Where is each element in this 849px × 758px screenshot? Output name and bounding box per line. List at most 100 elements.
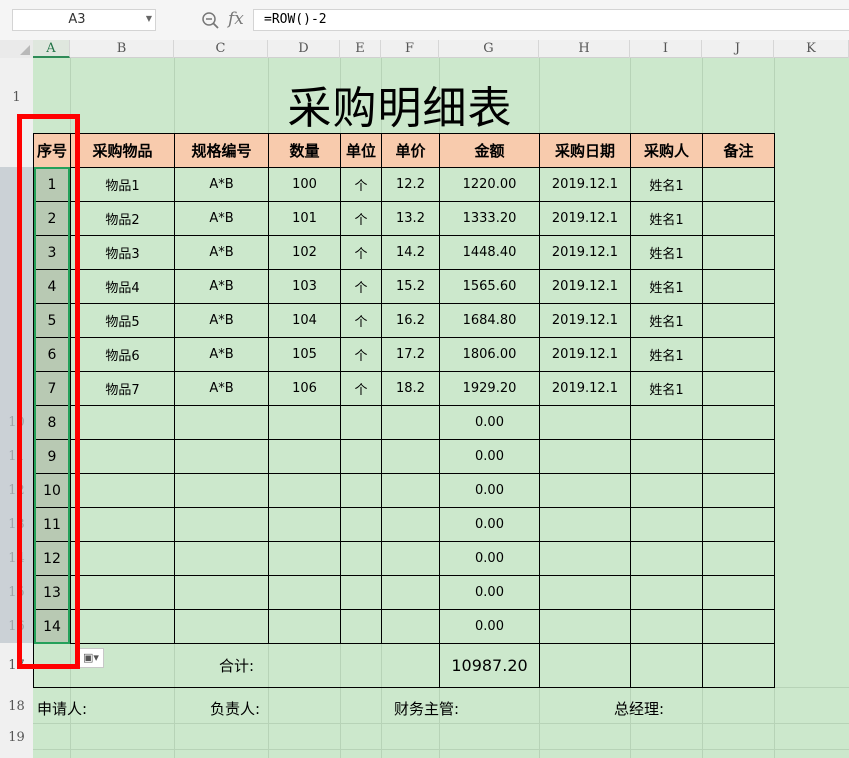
row-header-13[interactable]: 13 — [0, 517, 33, 532]
cell-notes[interactable] — [702, 473, 775, 508]
cell-seq[interactable]: 5 — [33, 303, 71, 338]
cell-notes[interactable] — [702, 337, 775, 372]
cell-price[interactable]: 15.2 — [381, 269, 440, 304]
cell-notes[interactable] — [702, 541, 775, 576]
cell-amount[interactable]: 0.00 — [439, 541, 540, 576]
cell-date[interactable] — [539, 609, 631, 644]
row-header-10[interactable]: 10 — [0, 415, 33, 430]
column-header-b[interactable]: B — [70, 40, 174, 58]
cell-buyer[interactable] — [630, 541, 703, 576]
cell-seq[interactable]: 14 — [33, 609, 71, 644]
cell-seq[interactable]: 1 — [33, 167, 71, 202]
cell-unit[interactable]: 个 — [340, 235, 382, 270]
cell-spec[interactable]: A*B — [174, 303, 269, 338]
cell-date[interactable]: 2019.12.1 — [539, 269, 631, 304]
cell-qty[interactable] — [268, 439, 341, 474]
cell-date[interactable] — [539, 541, 631, 576]
column-header-k[interactable]: K — [774, 40, 849, 58]
cell-notes[interactable] — [702, 405, 775, 440]
cell-spec[interactable]: A*B — [174, 235, 269, 270]
cell-qty[interactable] — [268, 473, 341, 508]
cell-spec[interactable]: A*B — [174, 337, 269, 372]
cell-item[interactable] — [70, 609, 175, 644]
chevron-down-icon[interactable]: ▼ — [146, 14, 152, 23]
header-amount[interactable]: 金额 — [439, 133, 540, 168]
cell-item[interactable]: 物品1 — [70, 167, 175, 202]
cell-unit[interactable] — [340, 541, 382, 576]
cell-unit[interactable]: 个 — [340, 337, 382, 372]
cell-qty[interactable]: 106 — [268, 371, 341, 406]
cell-spec[interactable] — [174, 473, 269, 508]
cell-date[interactable]: 2019.12.1 — [539, 167, 631, 202]
name-box[interactable]: A3 ▼ — [12, 9, 156, 31]
cell-notes[interactable] — [702, 439, 775, 474]
cell-spec[interactable] — [174, 439, 269, 474]
header-item[interactable]: 采购物品 — [70, 133, 175, 168]
row-header-12[interactable]: 12 — [0, 483, 33, 498]
cell-item[interactable]: 物品6 — [70, 337, 175, 372]
total-empty-cell[interactable] — [539, 643, 631, 688]
cell-price[interactable] — [381, 439, 440, 474]
cell-buyer[interactable] — [630, 575, 703, 610]
cell-unit[interactable]: 个 — [340, 167, 382, 202]
cell-seq[interactable]: 7 — [33, 371, 71, 406]
cell-unit[interactable] — [340, 439, 382, 474]
cell-price[interactable] — [381, 609, 440, 644]
cell-amount[interactable]: 0.00 — [439, 439, 540, 474]
cell-price[interactable]: 18.2 — [381, 371, 440, 406]
cell-spec[interactable] — [174, 575, 269, 610]
row-header-16[interactable]: 16 — [0, 619, 33, 634]
column-header-i[interactable]: I — [630, 40, 702, 58]
autofill-options-button[interactable]: ▣▾ — [78, 648, 104, 668]
cell-unit[interactable] — [340, 473, 382, 508]
cell-spec[interactable]: A*B — [174, 371, 269, 406]
fx-icon[interactable]: fx — [228, 9, 244, 29]
cell-date[interactable] — [539, 473, 631, 508]
cell-qty[interactable]: 100 — [268, 167, 341, 202]
cell-date[interactable]: 2019.12.1 — [539, 201, 631, 236]
column-header-j[interactable]: J — [702, 40, 774, 58]
column-header-a[interactable]: A — [33, 40, 70, 58]
header-unit[interactable]: 单位 — [340, 133, 382, 168]
cell-notes[interactable] — [702, 507, 775, 542]
cell-date[interactable] — [539, 405, 631, 440]
header-buyer[interactable]: 采购人 — [630, 133, 703, 168]
cell-buyer[interactable]: 姓名1 — [630, 371, 703, 406]
cell-notes[interactable] — [702, 371, 775, 406]
cell-buyer[interactable] — [630, 507, 703, 542]
cell-seq[interactable]: 4 — [33, 269, 71, 304]
cell-seq[interactable]: 12 — [33, 541, 71, 576]
cell-buyer[interactable] — [630, 439, 703, 474]
cell-price[interactable]: 12.2 — [381, 167, 440, 202]
cell-amount[interactable]: 1448.40 — [439, 235, 540, 270]
cell-qty[interactable] — [268, 405, 341, 440]
cell-date[interactable] — [539, 575, 631, 610]
cell-price[interactable]: 13.2 — [381, 201, 440, 236]
row-header-11[interactable]: 11 — [0, 449, 33, 464]
header-spec[interactable]: 规格编号 — [174, 133, 269, 168]
row-header-14[interactable]: 14 — [0, 551, 33, 566]
cell-seq[interactable]: 8 — [33, 405, 71, 440]
cell-seq[interactable]: 3 — [33, 235, 71, 270]
cell-amount[interactable]: 1333.20 — [439, 201, 540, 236]
cell-buyer[interactable]: 姓名1 — [630, 303, 703, 338]
cell-seq[interactable]: 10 — [33, 473, 71, 508]
row-header-18[interactable]: 18 — [0, 699, 33, 714]
total-empty-cell[interactable] — [702, 643, 775, 688]
cell-buyer[interactable]: 姓名1 — [630, 167, 703, 202]
cell-date[interactable]: 2019.12.1 — [539, 337, 631, 372]
cell-date[interactable]: 2019.12.1 — [539, 303, 631, 338]
cell-spec[interactable]: A*B — [174, 269, 269, 304]
total-empty-cell[interactable] — [630, 643, 703, 688]
cell-spec[interactable] — [174, 609, 269, 644]
cell-unit[interactable] — [340, 507, 382, 542]
cell-buyer[interactable] — [630, 473, 703, 508]
cell-qty[interactable] — [268, 609, 341, 644]
cell-item[interactable]: 物品5 — [70, 303, 175, 338]
cell-date[interactable] — [539, 439, 631, 474]
cell-seq[interactable]: 6 — [33, 337, 71, 372]
column-header-f[interactable]: F — [381, 40, 439, 58]
cell-notes[interactable] — [702, 235, 775, 270]
cell-amount[interactable]: 1929.20 — [439, 371, 540, 406]
cell-seq[interactable]: 13 — [33, 575, 71, 610]
